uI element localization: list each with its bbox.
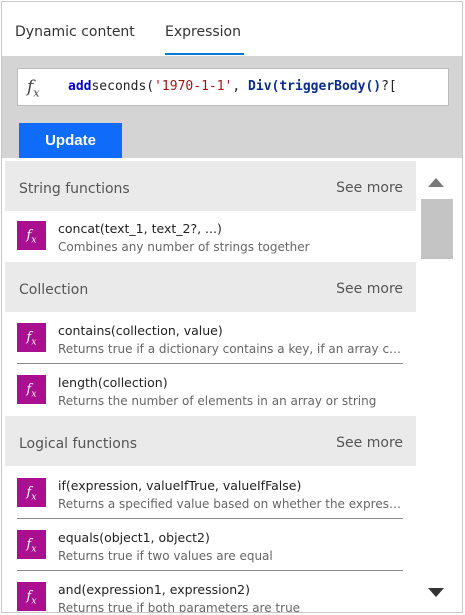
see-more-link[interactable]: See more [336, 180, 403, 196]
tab-bar: Dynamic content Expression [2, 2, 462, 56]
expression-token-separator: , [232, 79, 249, 94]
function-name: concat(text_1, text_2?, ...) [58, 221, 222, 236]
expression-token-function-call: Div(triggerBody() [248, 79, 382, 94]
section-title: String functions [19, 181, 130, 197]
function-icon: fx [17, 582, 46, 611]
function-name: and(expression1, expression2) [58, 582, 250, 597]
function-item-and[interactable]: fx and(expression1, expression2) Returns… [17, 572, 403, 613]
section-header-string-functions: String functions See more [5, 161, 416, 211]
function-description: Returns true if both parameters are true [58, 601, 301, 613]
function-item-length[interactable]: fx length(collection) Returns the number… [17, 365, 403, 416]
expression-input[interactable]: fx addseconds('1970-1-1', Div(triggerBod… [17, 68, 449, 106]
function-icon: fx [17, 221, 46, 250]
function-description: Returns true if two values are equal [58, 549, 273, 563]
expression-text[interactable]: addseconds('1970-1-1', Div(triggerBody()… [68, 79, 397, 94]
function-description: Returns true if a dictionary contains a … [58, 342, 403, 356]
scroll-up-arrow-icon[interactable] [428, 178, 444, 187]
function-item-equals[interactable]: fx equals(object1, object2) Returns true… [17, 520, 403, 571]
section-title: Collection [19, 282, 89, 298]
scroll-down-arrow-icon[interactable] [428, 588, 444, 597]
expression-panel: Dynamic content Expression fx addseconds… [1, 1, 463, 613]
function-name: if(expression, valueIfTrue, valueIfFalse… [58, 478, 302, 493]
function-description: Returns the number of elements in an arr… [58, 394, 377, 408]
function-description: Combines any number of strings together [58, 240, 310, 254]
function-icon: fx [17, 478, 46, 507]
function-description: Returns a specified value based on wheth… [58, 497, 403, 511]
expression-token-keyword: add [68, 79, 92, 94]
tab-expression[interactable]: Expression [165, 24, 241, 40]
section-header-collection: Collection See more [5, 262, 416, 312]
see-more-link[interactable]: See more [336, 281, 403, 297]
tab-dynamic-content[interactable]: Dynamic content [15, 24, 135, 40]
update-button[interactable]: Update [19, 123, 122, 158]
function-name: equals(object1, object2) [58, 530, 210, 545]
section-header-logical-functions: Logical functions See more [5, 416, 416, 466]
function-name: contains(collection, value) [58, 323, 223, 338]
active-tab-indicator [165, 53, 244, 55]
function-list: String functions See more fx concat(text… [2, 158, 418, 613]
see-more-link[interactable]: See more [336, 435, 403, 451]
function-item-if[interactable]: fx if(expression, valueIfTrue, valueIfFa… [17, 468, 403, 519]
expression-token-string: '1970-1-1' [154, 79, 233, 94]
expression-token-function: seconds( [91, 79, 155, 94]
function-item-contains[interactable]: fx contains(collection, value) Returns t… [17, 313, 403, 364]
expression-token-tail: ?[ [381, 79, 397, 94]
function-name: length(collection) [58, 375, 168, 390]
function-icon: fx [17, 375, 46, 404]
fx-icon: fx [27, 77, 40, 100]
scrollbar[interactable] [418, 158, 462, 612]
expression-editor-area: fx addseconds('1970-1-1', Div(triggerBod… [2, 56, 462, 158]
section-title: Logical functions [19, 436, 137, 452]
scrollbar-thumb[interactable] [421, 199, 453, 259]
function-item-concat[interactable]: fx concat(text_1, text_2?, ...) Combines… [17, 211, 403, 262]
function-icon: fx [17, 530, 46, 559]
function-icon: fx [17, 323, 46, 352]
